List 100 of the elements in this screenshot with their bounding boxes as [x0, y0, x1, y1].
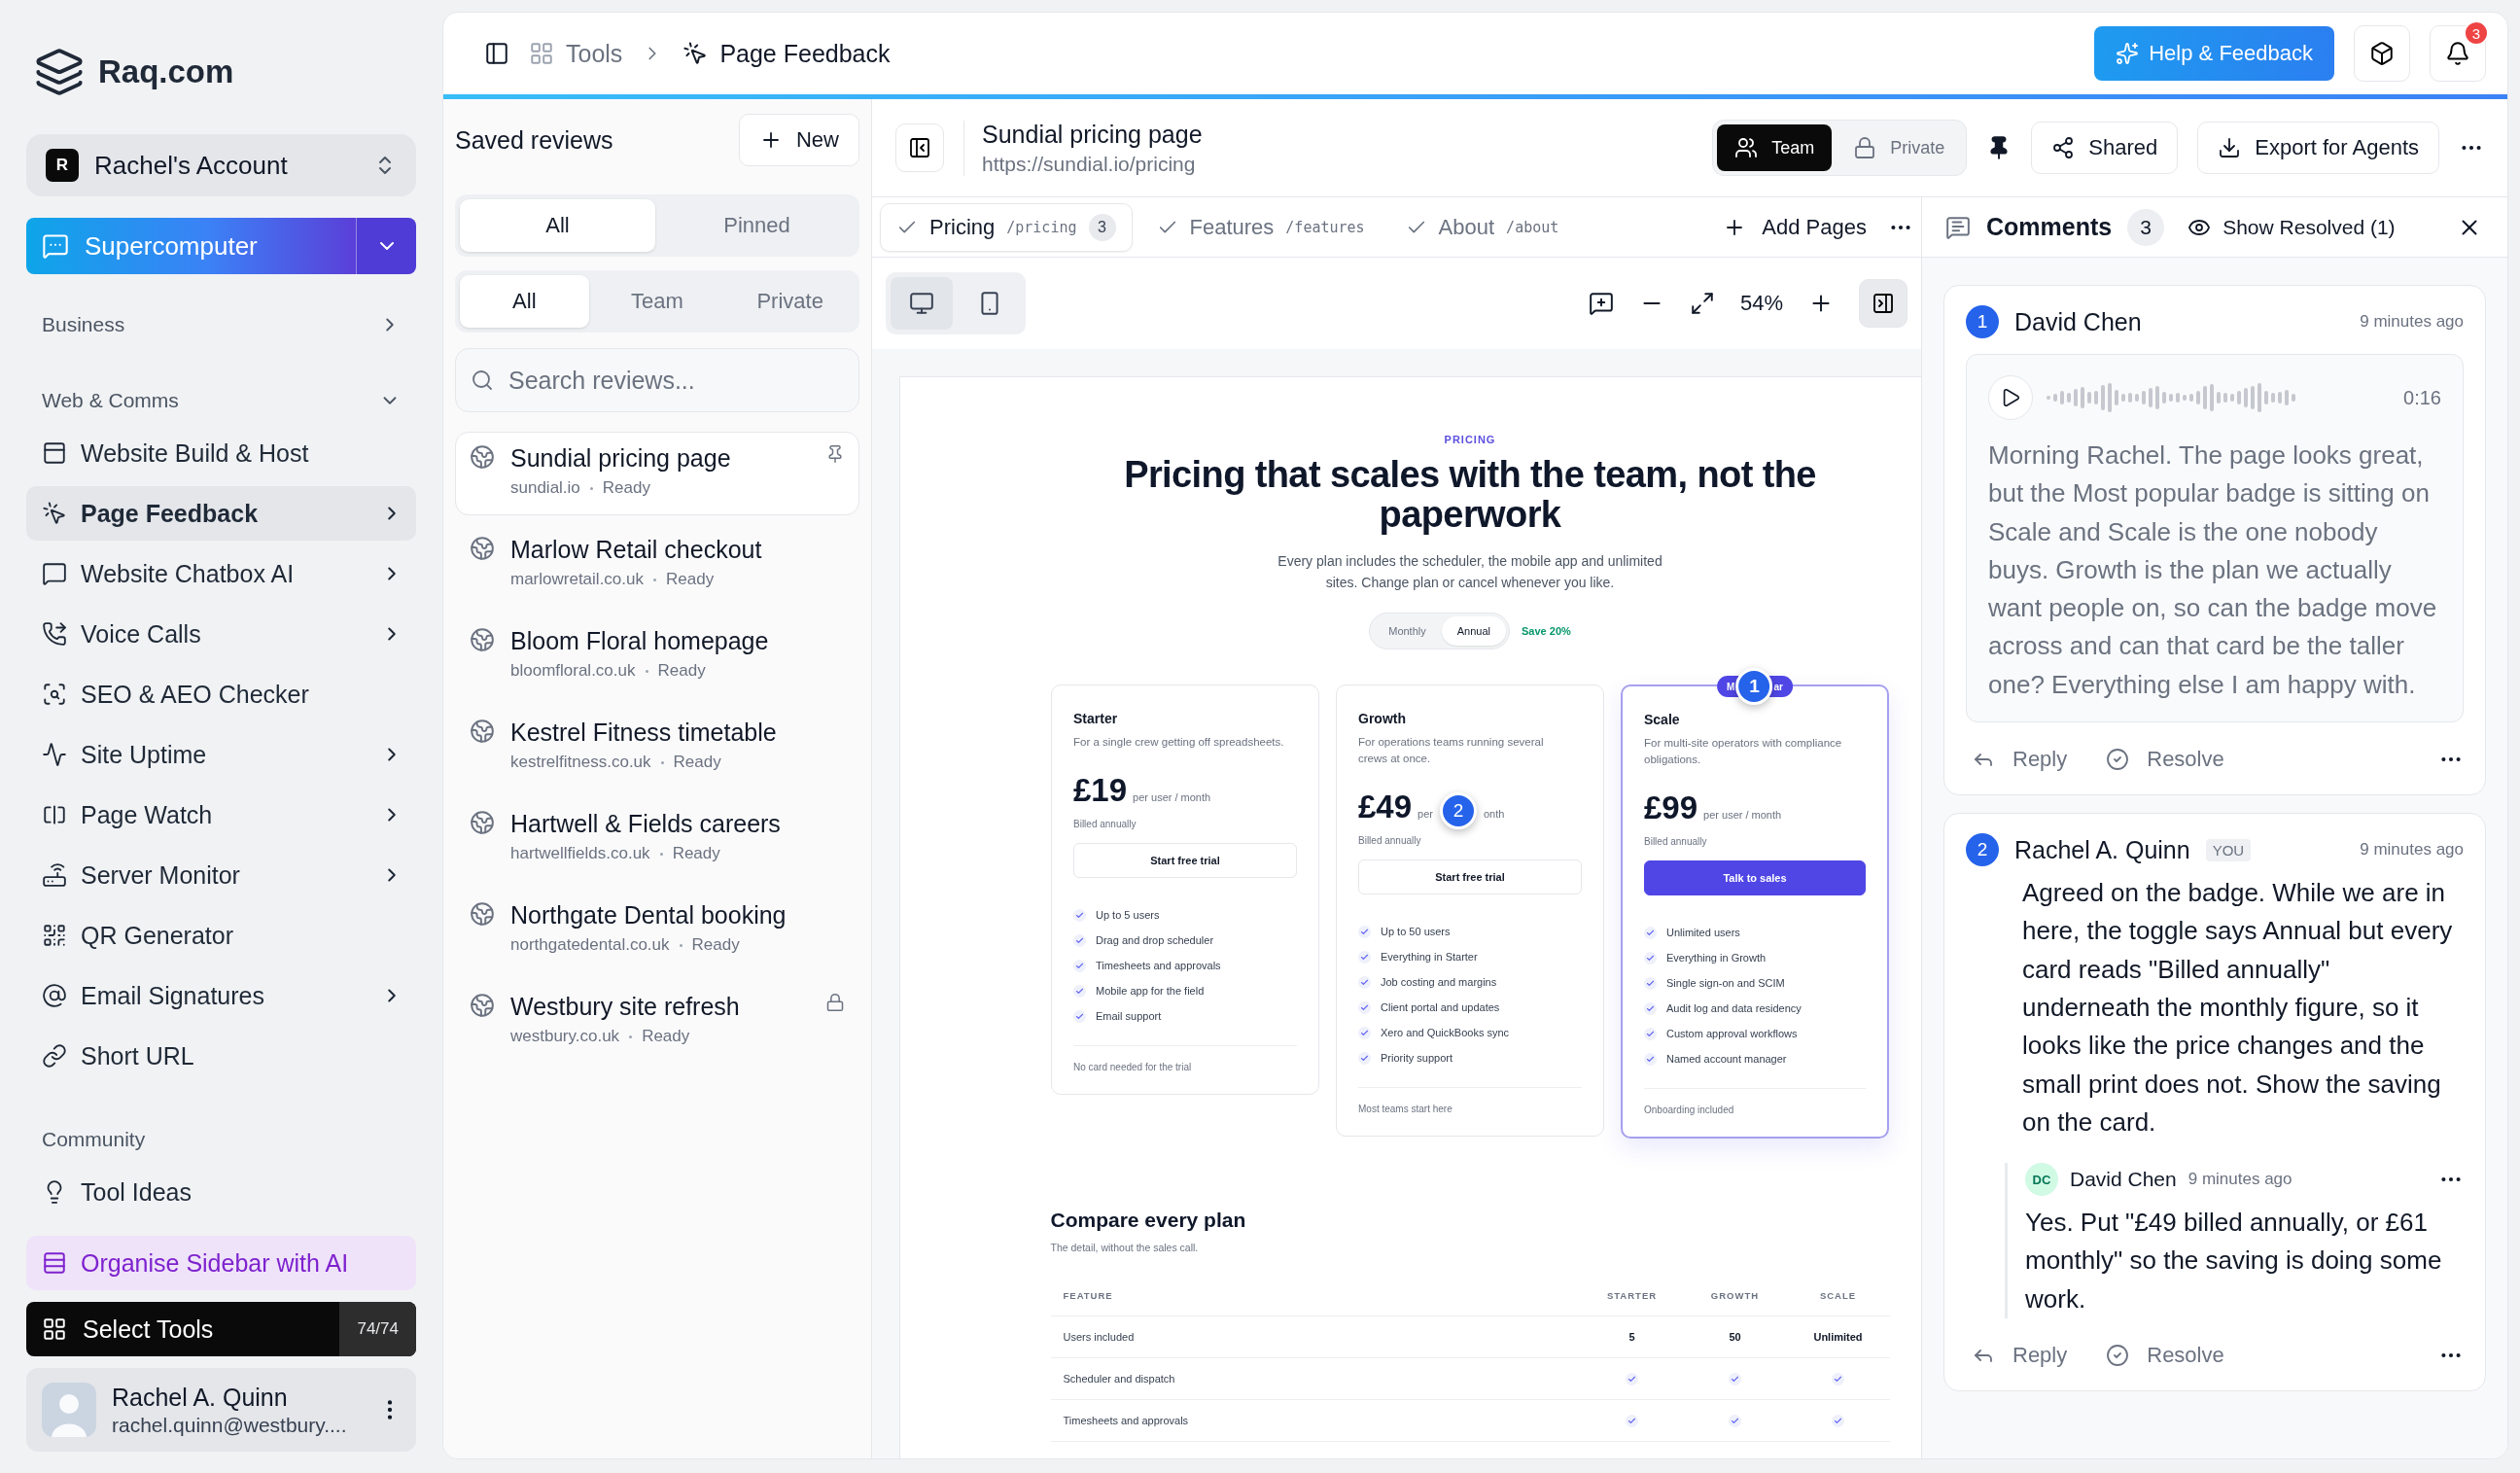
globe-icon [470, 810, 495, 835]
check-icon [1073, 984, 1086, 998]
nav-item[interactable]: Voice Calls [26, 607, 416, 661]
resolve-button[interactable]: Resolve [2100, 747, 2230, 773]
page-tab[interactable]: Features /features [1139, 202, 1382, 252]
page-tab[interactable]: Pricing /pricing 3 [880, 202, 1133, 252]
pointer-click-icon [682, 41, 709, 66]
section-header[interactable]: Community [26, 1118, 416, 1161]
page-heading: Pricing that scales with the team, not the paperwork [1123, 455, 1817, 535]
filter-tab[interactable]: Private [725, 275, 855, 328]
nav-item[interactable]: Tool Ideas [26, 1165, 416, 1219]
filter-tab[interactable]: Team [592, 275, 722, 328]
review-status: Ready [657, 661, 706, 681]
review-title: Westbury site refresh [510, 993, 741, 1021]
review-item[interactable]: Sundial pricing page sundial.io Ready [455, 432, 859, 515]
account-initial: R [46, 149, 79, 182]
chat-bubble-icon [42, 561, 67, 586]
globe-icon [470, 901, 495, 927]
shared-button[interactable]: Shared [2031, 122, 2179, 174]
feature-text: Drag and drop scheduler [1096, 934, 1214, 946]
plan-cta-button[interactable]: Start free trial [1358, 859, 1582, 894]
comment-count: 3 [2127, 208, 2165, 246]
filter-tab[interactable]: All [460, 199, 655, 252]
reply-button[interactable]: Reply [1966, 747, 2074, 773]
review-status: Ready [602, 478, 650, 498]
plan-footnote: Onboarding included [1644, 1105, 1735, 1115]
review-title: Northgate Dental booking [510, 901, 788, 929]
nav-item[interactable]: Server Monitor [26, 848, 416, 902]
plan-cta-button[interactable]: Talk to sales [1644, 860, 1866, 895]
plan-price: £49 [1358, 789, 1413, 825]
plan-name: Scale [1644, 712, 1681, 727]
comments-panel-button[interactable] [1859, 279, 1908, 328]
export-button[interactable]: Export for Agents [2197, 122, 2439, 174]
page-tab[interactable]: About /about [1388, 202, 1576, 252]
play-button[interactable] [1988, 375, 2033, 420]
scan-search-icon [42, 682, 67, 707]
section-header[interactable]: Business [26, 303, 416, 346]
review-item[interactable]: Westbury site refresh westbury.co.uk Ready [455, 980, 859, 1064]
review-item[interactable]: Hartwell & Fields careers hartwellfields.co.uk Ready [455, 797, 859, 881]
organise-sidebar-button[interactable]: Organise Sidebar with AI [26, 1236, 416, 1290]
sidebar-toggle-icon[interactable] [484, 41, 509, 66]
nav-item[interactable]: Page Watch [26, 788, 416, 842]
new-button[interactable]: New [739, 114, 859, 166]
review-status: Ready [673, 753, 721, 772]
plan-cta-button[interactable]: Start free trial [1073, 843, 1297, 878]
check-circle-icon [2106, 748, 2130, 772]
price-unit: per [1418, 808, 1433, 820]
select-tools-button[interactable]: Select Tools 74/74 [26, 1302, 416, 1356]
feature-text: Xero and QuickBooks sync [1381, 1027, 1510, 1038]
price-unit: per user / month [1703, 809, 1782, 821]
pointer-click-icon [42, 501, 67, 526]
column-header: GROWTH [1709, 1289, 1761, 1301]
nav-item[interactable]: Page Feedback [26, 486, 416, 541]
show-resolved-button[interactable]: Show Resolved (1) [2180, 215, 2403, 239]
review-title: Bloom Floral homepage [510, 627, 770, 655]
review-item[interactable]: Kestrel Fitness timetable kestrelfitness.co.uk Ready [455, 706, 859, 789]
filter-tab[interactable]: Pinned [659, 199, 855, 252]
breadcrumb-link[interactable]: Tools [529, 39, 623, 68]
comment-number: 2 [1966, 833, 1999, 867]
breadcrumb-current: Page Feedback [682, 39, 891, 68]
add-comment-icon[interactable] [1588, 291, 1614, 316]
billing-option[interactable]: Annual [1441, 616, 1506, 646]
billing-option[interactable]: Monthly [1373, 616, 1442, 646]
comment-time: 9 minutes ago [2360, 312, 2464, 332]
review-title: Hartwell & Fields careers [510, 810, 782, 838]
nav-item[interactable]: SEO & AEO Checker [26, 667, 416, 721]
nav-item[interactable]: Site Uptime [26, 727, 416, 782]
account-switcher[interactable]: R Rachel's Account [26, 134, 416, 196]
page-url: https://sundial.io/pricing [982, 152, 1197, 176]
cube-button[interactable] [2354, 25, 2410, 82]
visibility-tab[interactable]: Team [1717, 124, 1833, 171]
reply-button[interactable]: Reply [1966, 1343, 2074, 1369]
user-email: rachel.quinn@westbury.... [112, 1413, 348, 1437]
feature-text: Everything in Growth [1666, 952, 1767, 964]
check-icon [1644, 1001, 1657, 1015]
link-icon [42, 1043, 67, 1069]
filter-tab[interactable]: All [460, 275, 589, 328]
plan-description: For operations teams running several crews at once. [1358, 735, 1545, 766]
review-item[interactable]: Marlow Retail checkout marlowretail.co.uk Ready [455, 523, 859, 607]
section-header[interactable]: Web & Comms [26, 379, 416, 422]
search-field[interactable]: Search reviews... [455, 348, 859, 412]
nav-item[interactable]: QR Generator [26, 908, 416, 963]
review-item[interactable]: Bloom Floral homepage bloomfloral.co.uk Ready [455, 614, 859, 698]
review-item[interactable]: Northgate Dental booking northgatedental.co.uk Ready [455, 889, 859, 972]
desktop-view-button[interactable] [891, 277, 953, 330]
visibility-tab[interactable]: Private [1836, 124, 1963, 171]
column-header: STARTER [1605, 1289, 1659, 1301]
fit-screen-icon[interactable] [1689, 291, 1715, 316]
nav-item[interactable]: Website Build & Host [26, 426, 416, 480]
add-pages-button[interactable]: Add Pages [1709, 202, 1880, 252]
comment-marker[interactable]: 1 [1735, 668, 1773, 705]
nav-item[interactable]: Website Chatbox AI [26, 546, 416, 601]
qr-code-icon [42, 923, 67, 948]
collapse-button[interactable] [895, 123, 944, 172]
author-initials: DC [2025, 1163, 2058, 1197]
resolve-button[interactable]: Resolve [2100, 1343, 2230, 1369]
nav-item[interactable]: Email Signatures [26, 968, 416, 1023]
review-title: Sundial pricing page [982, 120, 1203, 149]
nav-item[interactable]: Short URL [26, 1029, 416, 1083]
cube-icon [2369, 41, 2395, 66]
